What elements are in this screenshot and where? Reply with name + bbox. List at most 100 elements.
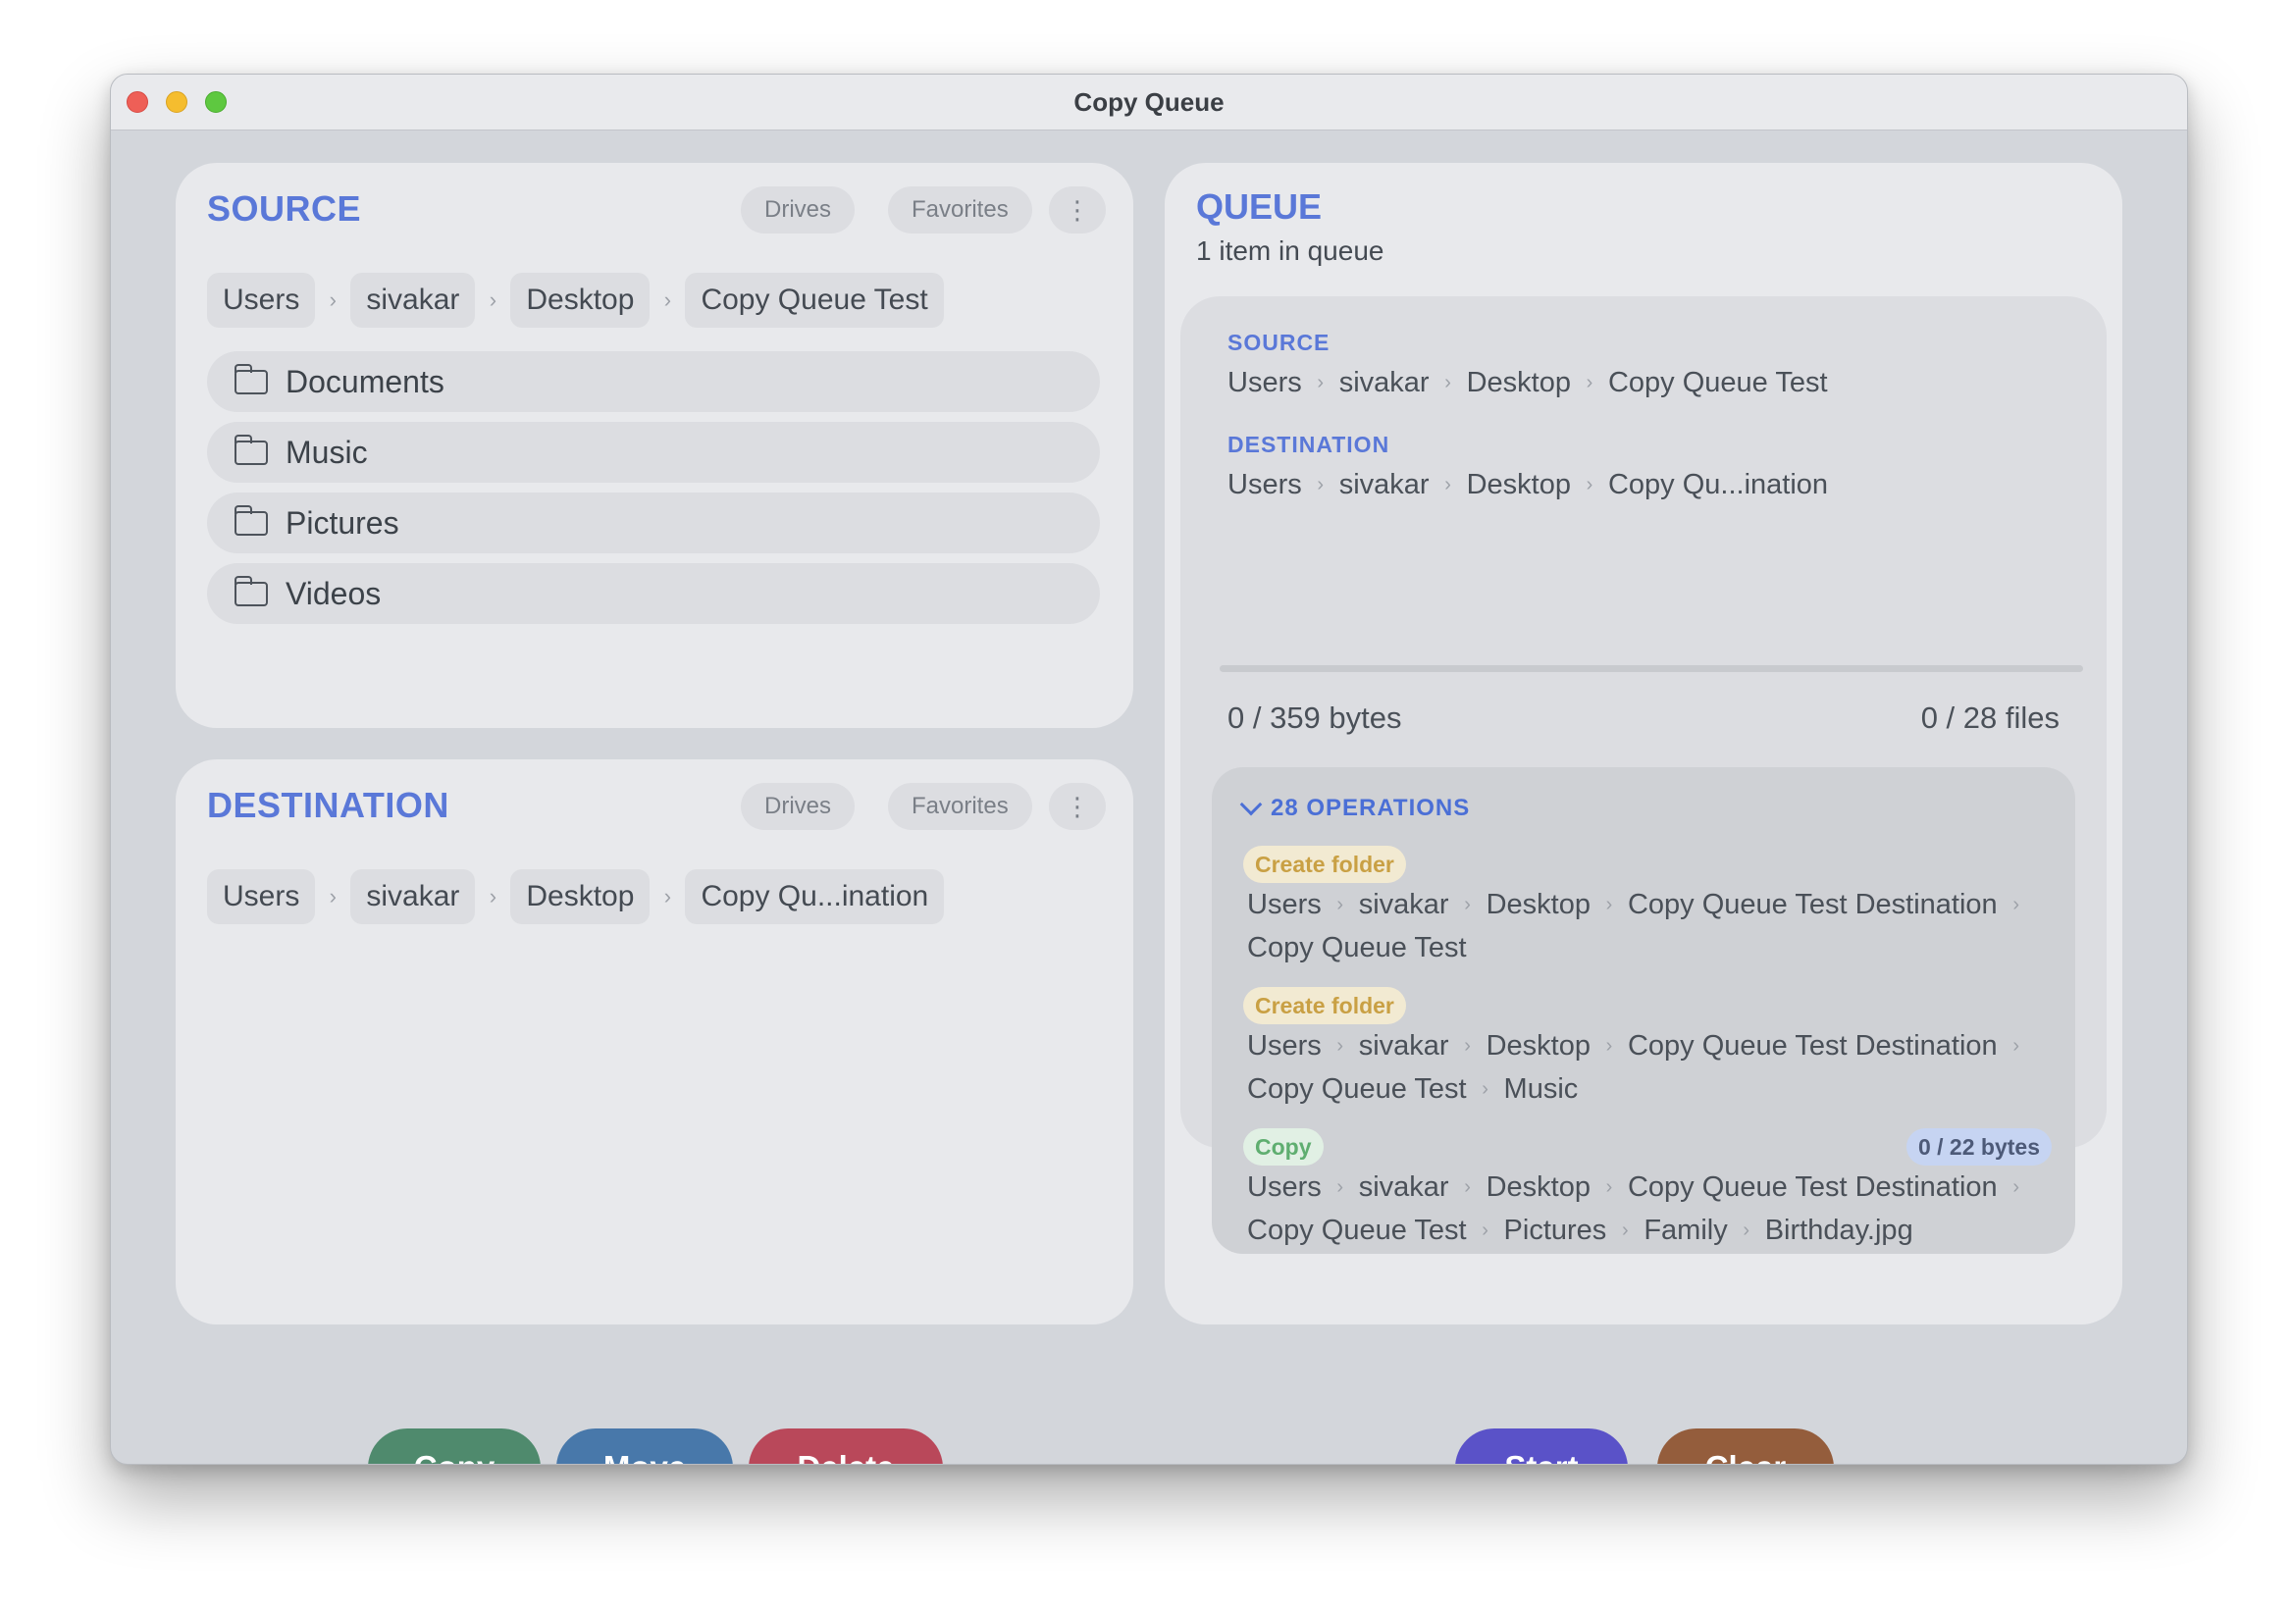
chevron-right-icon: ›	[1317, 372, 1325, 393]
folder-icon	[234, 575, 268, 606]
path-segment: Copy Queue Test Destination	[1627, 1030, 1998, 1062]
path-segment: Desktop	[1486, 1030, 1591, 1062]
chevron-right-icon: ›	[1464, 1176, 1471, 1198]
destination-panel: DESTINATION Drives Favorites ⋮ Users › s…	[176, 759, 1133, 1324]
path-segment: Music	[1503, 1073, 1579, 1105]
path-segment: sivakar	[1338, 469, 1430, 500]
chevron-right-icon: ›	[663, 287, 672, 312]
file-list-item[interactable]: Music	[207, 422, 1100, 483]
chevron-right-icon: ›	[1336, 894, 1344, 915]
source-header: SOURCE	[207, 188, 362, 229]
file-name: Documents	[286, 363, 444, 399]
chevron-right-icon: ›	[1464, 1035, 1471, 1057]
path-segment: Copy Qu...ination	[1607, 469, 1829, 500]
chevron-right-icon: ›	[1605, 894, 1613, 915]
queue-header: QUEUE	[1196, 186, 1323, 227]
path-segment: Copy Queue Test Destination	[1627, 1171, 1998, 1203]
chevron-right-icon: ›	[1444, 372, 1451, 393]
operation-path: Users › sivakar › Desktop › Copy Queue T…	[1247, 1171, 2035, 1204]
clear-button[interactable]: Clear	[1657, 1428, 1834, 1464]
source-favorites-button[interactable]: Favorites	[888, 186, 1032, 234]
breadcrumb-item[interactable]: Users	[207, 273, 316, 328]
file-name: Music	[286, 434, 368, 470]
breadcrumb-item[interactable]: Desktop	[510, 869, 651, 924]
path-segment: Users	[1247, 889, 1322, 920]
chevron-right-icon: ›	[1317, 474, 1325, 495]
path-segment: Copy Queue Test Destination	[1627, 889, 1998, 920]
queue-item-card[interactable]: SOURCE Users › sivakar › Desktop › Copy …	[1180, 296, 2107, 1254]
queue-count: 1 item in queue	[1196, 235, 1384, 266]
path-segment: Users	[1247, 1030, 1322, 1062]
file-list-item[interactable]: Pictures	[207, 493, 1100, 553]
operation-type-badge: Copy	[1243, 1128, 1324, 1166]
file-list-item[interactable]: Videos	[207, 563, 1100, 624]
chevron-right-icon: ›	[1621, 1220, 1629, 1241]
operations-toggle[interactable]: 28 OPERATIONS	[1239, 793, 1471, 822]
path-segment: Copy Queue Test	[1247, 1073, 1467, 1105]
breadcrumb-item[interactable]: Copy Qu...ination	[685, 869, 945, 924]
chevron-right-icon: ›	[1482, 1078, 1488, 1100]
queue-panel: QUEUE 1 item in queue SOURCE Users › siv…	[1165, 163, 2122, 1324]
breadcrumb-item[interactable]: Users	[207, 869, 316, 924]
operation-path-continued: Copy Queue Test	[1247, 932, 1467, 964]
chevron-right-icon: ›	[329, 287, 337, 312]
queue-destination-label: DESTINATION	[1227, 432, 1390, 457]
chevron-right-icon: ›	[1743, 1220, 1750, 1241]
breadcrumb-item[interactable]: sivakar	[350, 869, 476, 924]
destination-more-button[interactable]: ⋮	[1049, 783, 1106, 830]
path-segment: Users	[1227, 367, 1302, 398]
source-panel: SOURCE Drives Favorites ⋮ Users › sivaka…	[176, 163, 1133, 728]
operations-count: 28 OPERATIONS	[1271, 795, 1471, 821]
path-segment: Users	[1247, 1171, 1322, 1203]
chevron-right-icon: ›	[489, 287, 497, 312]
operation-path-continued: Copy Queue Test › Pictures › Family › Bi…	[1247, 1215, 1913, 1247]
chevron-right-icon: ›	[1482, 1220, 1488, 1241]
path-segment: Users	[1227, 469, 1302, 500]
queue-source-path: Users › sivakar › Desktop › Copy Queue T…	[1227, 367, 1828, 399]
app-window: Copy Queue SOURCE Drives Favorites ⋮ Use…	[110, 74, 2188, 1465]
chevron-down-icon	[1239, 793, 1263, 816]
operation-type-badge: Create folder	[1243, 846, 1406, 883]
chevron-right-icon: ›	[1605, 1176, 1613, 1198]
chevron-right-icon: ›	[329, 884, 337, 908]
chevron-right-icon: ›	[1444, 474, 1451, 495]
folder-icon	[234, 434, 268, 465]
progress-bar	[1220, 665, 2083, 672]
chevron-right-icon: ›	[2012, 1035, 2020, 1057]
breadcrumb-item[interactable]: Copy Queue Test	[685, 273, 944, 328]
operations-list: 28 OPERATIONS Create folder Users › siva…	[1212, 767, 2075, 1254]
source-more-button[interactable]: ⋮	[1049, 186, 1106, 234]
path-segment: Desktop	[1486, 889, 1591, 920]
destination-header: DESTINATION	[207, 785, 449, 825]
path-segment: Birthday.jpg	[1764, 1215, 1913, 1246]
queue-source-label: SOURCE	[1227, 330, 1331, 355]
start-button[interactable]: Start	[1455, 1428, 1628, 1464]
chevron-right-icon: ›	[489, 884, 497, 908]
path-segment: Family	[1644, 1215, 1728, 1246]
chevron-right-icon: ›	[1586, 474, 1593, 495]
source-drives-button[interactable]: Drives	[741, 186, 856, 234]
file-name: Videos	[286, 575, 382, 611]
chevron-right-icon: ›	[2012, 894, 2020, 915]
copy-button[interactable]: Copy	[368, 1428, 541, 1464]
operation-path: Users › sivakar › Desktop › Copy Queue T…	[1247, 889, 2035, 921]
breadcrumb-item[interactable]: sivakar	[350, 273, 476, 328]
destination-breadcrumb: Users › sivakar › Desktop › Copy Qu...in…	[207, 869, 945, 924]
breadcrumb-item[interactable]: Desktop	[510, 273, 651, 328]
path-segment: sivakar	[1358, 889, 1449, 920]
move-button[interactable]: Move	[556, 1428, 733, 1464]
chevron-right-icon: ›	[1586, 372, 1593, 393]
file-name: Pictures	[286, 504, 399, 541]
path-segment: sivakar	[1358, 1171, 1449, 1203]
destination-favorites-button[interactable]: Favorites	[888, 783, 1032, 830]
operation-type-badge: Create folder	[1243, 987, 1406, 1024]
path-segment: Pictures	[1503, 1215, 1607, 1246]
file-list-item[interactable]: Documents	[207, 351, 1100, 412]
folder-icon	[234, 504, 268, 536]
path-segment: Desktop	[1466, 469, 1571, 500]
chevron-right-icon: ›	[1605, 1035, 1613, 1057]
destination-drives-button[interactable]: Drives	[741, 783, 856, 830]
delete-button[interactable]: Delete	[749, 1428, 943, 1464]
chevron-right-icon: ›	[1336, 1176, 1344, 1198]
operation-bytes-badge: 0 / 22 bytes	[1905, 1128, 2052, 1166]
